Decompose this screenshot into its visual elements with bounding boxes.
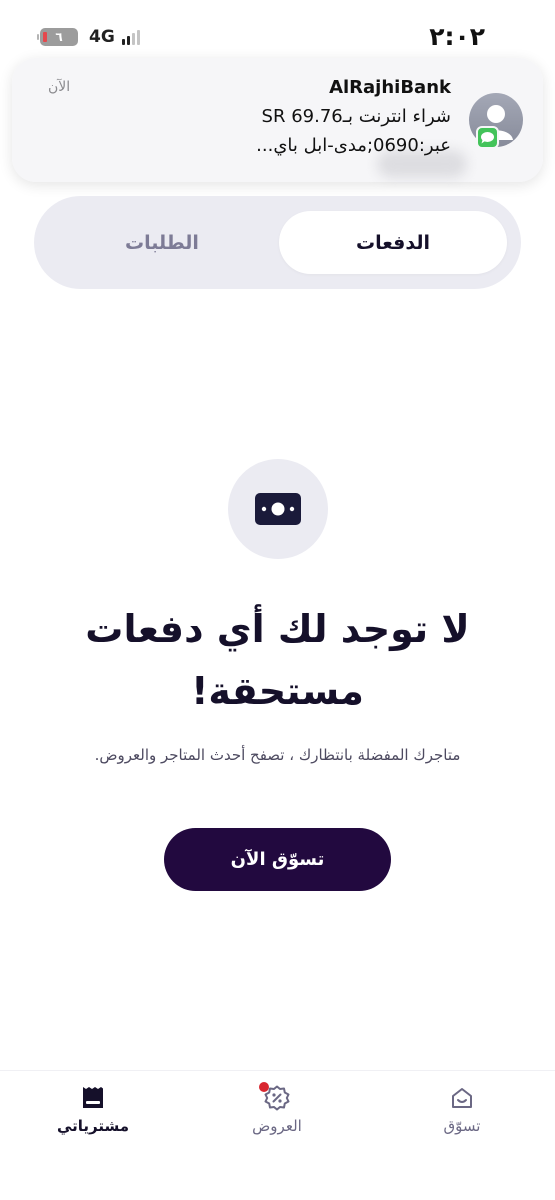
tab-orders[interactable]: الطلبات (48, 211, 276, 274)
nav-item-purchases[interactable]: مشترياتي (33, 1085, 153, 1135)
notification-time: الآن (48, 79, 71, 95)
messages-app-icon (476, 126, 499, 149)
bottom-navigation: مشترياتي العروض تسوّق (0, 1070, 555, 1200)
status-bar: ٦ 4G ٢:٠٢ (0, 0, 555, 62)
payments-orders-tabs: الدفعات الطلبات (34, 196, 521, 289)
nav-label-shop: تسوّق (443, 1117, 481, 1135)
nav-label-offers: العروض (252, 1117, 302, 1135)
signal-strength-icon (121, 29, 140, 45)
empty-state-subtitle: متاجرك المفضلة بانتظارك ، تصفح أحدث المت… (94, 746, 461, 764)
empty-state-icon-circle (228, 459, 328, 559)
nav-item-offers[interactable]: العروض (217, 1082, 337, 1135)
notification-app-name: AlRajhiBank (329, 77, 451, 98)
discount-badge-icon (259, 1082, 290, 1111)
tab-payments[interactable]: الدفعات (279, 211, 507, 274)
notification-dot (259, 1082, 269, 1092)
shop-now-button[interactable]: تسوّق الآن (164, 828, 391, 891)
empty-state-title: لا توجد لك أي دفعات مستحقة! (85, 607, 470, 713)
receipt-icon (80, 1085, 106, 1111)
notification-message-line1: شراء انترنت بـ69.76 SR (261, 106, 451, 127)
home-icon (449, 1085, 475, 1111)
notification-message-line2: عبر:0690;مدى-ابل باي... (256, 135, 451, 156)
clock: ٢:٠٢ (429, 22, 485, 51)
battery-icon: ٦ (37, 28, 78, 46)
nav-item-shop[interactable]: تسوّق (402, 1085, 522, 1135)
cash-icon (255, 493, 301, 525)
screen: ٦ 4G ٢:٠٢ AlRajhiBank الآن شراء انترنت ب… (0, 0, 555, 1200)
notification-banner[interactable]: AlRajhiBank الآن شراء انترنت بـ69.76 SR … (12, 58, 543, 182)
nav-label-purchases: مشترياتي (56, 1117, 130, 1135)
network-type: 4G (89, 27, 115, 47)
battery-level: ٦ (55, 30, 63, 44)
status-indicators: ٦ 4G (37, 27, 140, 47)
